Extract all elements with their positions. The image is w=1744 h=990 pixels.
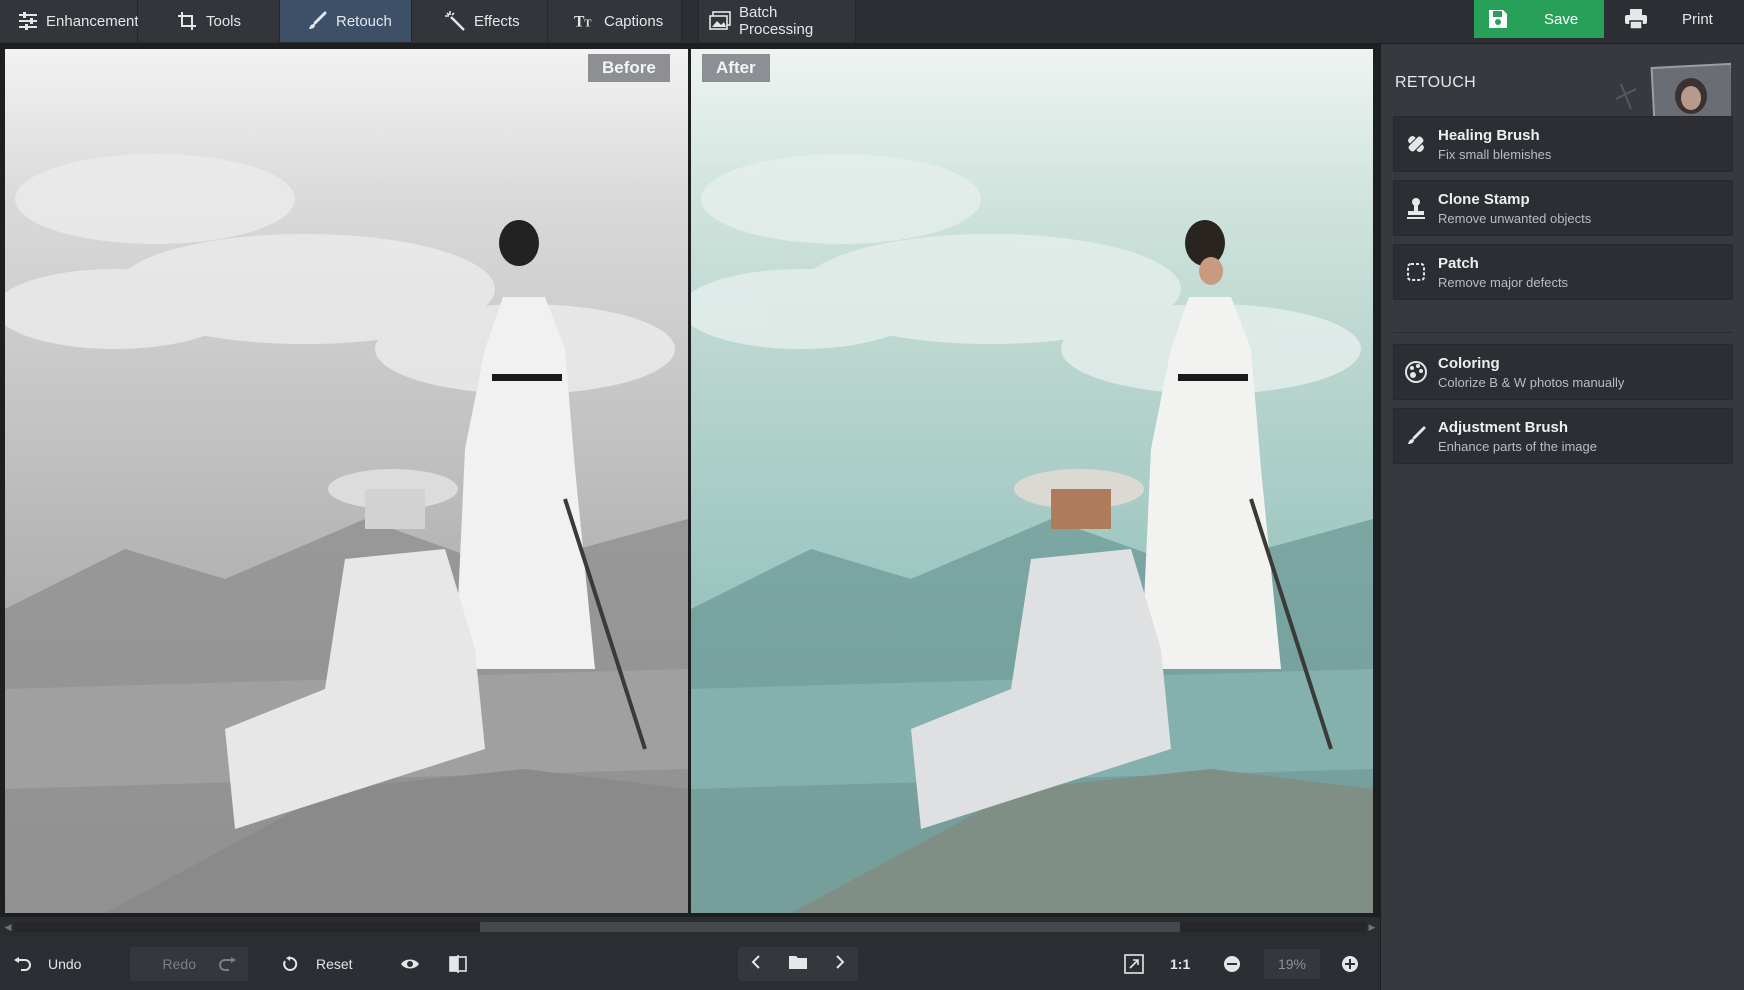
crop-icon	[176, 10, 198, 32]
zoom-actual-size-button[interactable]: 1:1	[1170, 947, 1200, 981]
reset-label: Reset	[316, 956, 353, 972]
preview-eye-button[interactable]	[400, 947, 420, 981]
plus-circle-icon	[1340, 955, 1360, 973]
print-label: Print	[1682, 11, 1713, 28]
image-canvas[interactable]: Before After	[0, 44, 1380, 917]
redo-icon	[218, 957, 238, 971]
horizontal-scrollbar[interactable]: ◀ ▶	[0, 917, 1380, 937]
sliders-icon	[18, 10, 38, 32]
tool-name: Coloring	[1438, 355, 1624, 372]
before-photo[interactable]	[5, 49, 688, 913]
retouch-panel: RETOUCH Healing Brush Fix small blemishe…	[1380, 44, 1744, 990]
previous-image-icon[interactable]	[751, 954, 761, 975]
tab-effects[interactable]: Effects	[412, 0, 548, 42]
tab-enhancement[interactable]: Enhancement	[0, 0, 138, 42]
tool-clone-stamp[interactable]: Clone Stamp Remove unwanted objects	[1393, 180, 1733, 236]
tab-label: Tools	[206, 13, 241, 30]
scroll-right-arrow-icon[interactable]: ▶	[1366, 921, 1378, 933]
save-button[interactable]: Save	[1474, 0, 1604, 38]
floppy-disk-icon	[1488, 9, 1510, 29]
tab-batch-processing[interactable]: Batch Processing	[698, 0, 856, 42]
tool-description: Colorize B & W photos manually	[1438, 375, 1624, 390]
tool-healing-brush[interactable]: Healing Brush Fix small blemishes	[1393, 116, 1733, 172]
brush-icon	[306, 10, 328, 32]
scroll-left-arrow-icon[interactable]: ◀	[2, 921, 14, 933]
next-image-icon[interactable]	[835, 954, 845, 975]
redo-label: Redo	[163, 956, 196, 972]
undo-button[interactable]: Undo	[12, 947, 122, 981]
scroll-thumb[interactable]	[480, 922, 1180, 932]
undo-icon	[12, 957, 32, 971]
stamp-icon	[1394, 197, 1438, 219]
panel-divider	[1393, 332, 1733, 333]
tool-description: Remove major defects	[1438, 275, 1568, 290]
svg-text:T: T	[584, 18, 592, 30]
tool-name: Healing Brush	[1438, 127, 1551, 144]
tab-tools[interactable]: Tools	[138, 0, 280, 42]
top-toolbar: Enhancement Tools Retouch Effects TT Cap…	[0, 0, 1744, 44]
tool-name: Adjustment Brush	[1438, 419, 1597, 436]
minus-circle-icon	[1222, 955, 1242, 973]
tab-label: Captions	[604, 13, 663, 30]
palette-icon	[1394, 360, 1438, 384]
text-icon: TT	[574, 10, 596, 32]
tool-description: Enhance parts of the image	[1438, 439, 1597, 454]
healing-bandage-icon	[1394, 133, 1438, 155]
zoom-level-field[interactable]: 19%	[1264, 949, 1320, 979]
adjustment-brush-icon	[1394, 426, 1438, 446]
save-label: Save	[1544, 11, 1578, 28]
tab-label: Enhancement	[46, 13, 139, 30]
eye-icon	[400, 957, 420, 971]
folder-icon[interactable]	[788, 954, 808, 975]
print-button[interactable]: Print	[1618, 0, 1738, 38]
tool-patch[interactable]: Patch Remove major defects	[1393, 244, 1733, 300]
redo-button[interactable]: Redo	[130, 947, 248, 981]
after-label: After	[702, 54, 770, 82]
reset-button[interactable]: Reset	[280, 947, 380, 981]
patch-icon	[1394, 261, 1438, 283]
zoom-out-button[interactable]	[1222, 947, 1242, 981]
batch-images-icon	[709, 10, 731, 32]
tool-adjustment-brush[interactable]: Adjustment Brush Enhance parts of the im…	[1393, 408, 1733, 464]
after-photo[interactable]	[691, 49, 1373, 913]
panel-title: RETOUCH	[1395, 74, 1476, 92]
tool-name: Clone Stamp	[1438, 191, 1591, 208]
tool-description: Remove unwanted objects	[1438, 211, 1591, 226]
before-label: Before	[588, 54, 670, 82]
undo-label: Undo	[48, 956, 81, 972]
retouch-header-illustration	[1591, 54, 1731, 124]
split-view-icon	[448, 955, 468, 973]
zoom-in-button[interactable]	[1340, 947, 1360, 981]
printer-icon	[1624, 8, 1648, 30]
bottom-toolbar: Undo Redo Reset	[0, 937, 1380, 990]
fit-screen-icon	[1124, 954, 1144, 974]
compare-split-button[interactable]	[448, 947, 468, 981]
magic-wand-icon	[444, 10, 466, 32]
file-navigation	[738, 947, 858, 981]
tab-label: Effects	[474, 13, 520, 30]
tool-description: Fix small blemishes	[1438, 147, 1551, 162]
tab-captions[interactable]: TT Captions	[548, 0, 682, 42]
tool-coloring[interactable]: Coloring Colorize B & W photos manually	[1393, 344, 1733, 400]
fit-to-screen-button[interactable]	[1124, 947, 1146, 981]
reset-icon	[280, 956, 300, 972]
tab-retouch[interactable]: Retouch	[280, 0, 412, 42]
tab-label: Batch Processing	[739, 4, 855, 38]
tool-name: Patch	[1438, 255, 1568, 272]
tab-label: Retouch	[336, 13, 392, 30]
